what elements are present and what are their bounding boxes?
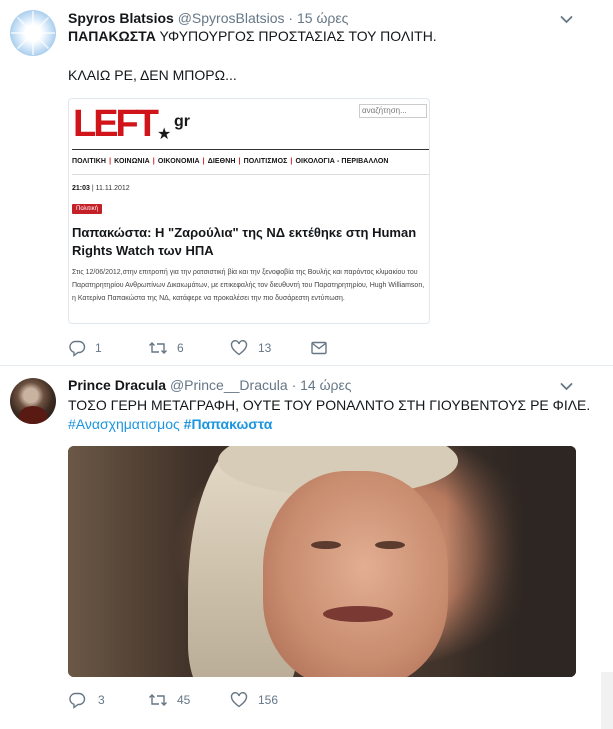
category-badge: Πολιτική <box>72 204 102 214</box>
card-nav-item: ΔΙΕΘΝΗ <box>207 158 236 165</box>
caret-down-icon[interactable] <box>560 380 573 393</box>
divider <box>72 149 429 150</box>
separator: · <box>288 10 294 26</box>
like-count: 156 <box>258 693 279 707</box>
reply-button[interactable]: 3 <box>68 690 118 710</box>
tweet-photo[interactable] <box>68 446 576 677</box>
card-nav: ΠΟΛΙΤΙΚΗ | ΚΟΙΝΩΝΙΑ | ΟΙΚΟΝΟΜΙΑ | ΔΙΕΘΝΗ | ΠΟΛΙΤ… <box>72 158 389 165</box>
retweet-count: 45 <box>177 693 191 707</box>
message-icon <box>311 341 327 355</box>
tweet[interactable]: Prince Dracula @Prince__Dracula · 14 ώρε… <box>0 366 613 729</box>
article-date: 11.11.2012 <box>95 185 130 192</box>
card-nav-item: ΠΟΛΙΤΙΣΜΟΣ <box>243 158 288 165</box>
tweet-text: ΠΑΠΑΚΩΣΤΑ ΥΦΥΠΟΥΡΓΟΣ ΠΡΟΣΤΑΣΙΑΣ ΤΟΥ ΠΟΛΙ… <box>68 27 437 45</box>
site-logo: LEFT <box>73 103 159 145</box>
timestamp[interactable]: 15 ώρες <box>297 10 348 26</box>
reply-icon <box>69 340 86 357</box>
like-icon <box>230 692 248 708</box>
retweet-button[interactable]: 45 <box>148 690 198 710</box>
tweet-text-bold: ΠΑΠΑΚΩΣΤΑ <box>68 28 156 44</box>
nav-separator: | <box>152 158 155 165</box>
nav-separator: | <box>202 158 205 165</box>
reply-count: 1 <box>95 341 102 355</box>
retweet-icon <box>149 694 167 706</box>
like-icon <box>230 340 248 356</box>
tweet-header: Spyros Blatsios @SpyrosBlatsios · 15 ώρε… <box>68 9 348 27</box>
display-name[interactable]: Spyros Blatsios <box>68 10 174 26</box>
like-button[interactable]: 156 <box>230 690 290 710</box>
tweet[interactable]: Spyros Blatsios @SpyrosBlatsios · 15 ώρε… <box>0 0 613 366</box>
reply-count: 3 <box>98 693 105 707</box>
card-search-input: αναζήτηση... <box>359 104 427 118</box>
like-button[interactable]: 13 <box>230 338 280 358</box>
display-name[interactable]: Prince Dracula <box>68 377 166 393</box>
logo-star-icon: ★ <box>157 126 172 143</box>
message-button[interactable] <box>310 338 330 358</box>
article-headline: Παπακώστα: Η "Ζαρούλια" της ΝΔ εκτέθηκε … <box>72 225 417 258</box>
hashtag-link[interactable]: #Παπακωστα <box>184 416 273 432</box>
retweet-icon <box>149 342 167 354</box>
retweet-button[interactable]: 6 <box>148 338 198 358</box>
time-separator: | <box>91 185 94 192</box>
tweet-text: ΤΟΣΟ ΓΕΡΗ ΜΕΤΑΓΡΑΦΗ, ΟΥΤΕ ΤΟΥ ΡΟΝΑΛΝΤΟ Σ… <box>68 397 591 413</box>
divider <box>72 174 429 175</box>
tweet-text-line2: ΚΛΑΙΩ ΡΕ, ΔΕΝ ΜΠΟΡΩ... <box>68 67 237 83</box>
tweet-header: Prince Dracula @Prince__Dracula · 14 ώρε… <box>68 376 351 394</box>
retweet-count: 6 <box>177 341 184 355</box>
article-excerpt: Στις 12/06/2012,στην επιτροπή για την ρα… <box>72 269 425 302</box>
avatar[interactable] <box>10 378 56 424</box>
card-nav-item: ΟΙΚΟΛΟΓΙΑ - ΠΕΡΙΒΑΛΛΟΝ <box>295 158 389 165</box>
timestamp[interactable]: 14 ώρες <box>300 377 351 393</box>
hashtags: #Ανασχηματισμος #Παπακωστα <box>68 415 272 433</box>
tweet-text-rest: ΥΦΥΠΟΥΡΓΟΣ ΠΡΟΣΤΑΣΙΑΣ ΤΟΥ ΠΟΛΙΤΗ. <box>155 28 437 44</box>
card-nav-item: ΠΟΛΙΤΙΚΗ <box>72 158 107 165</box>
like-count: 13 <box>258 341 272 355</box>
reply-icon <box>69 692 86 709</box>
caret-down-icon[interactable] <box>560 13 573 26</box>
username[interactable]: @Prince__Dracula <box>170 377 288 393</box>
hashtag-link[interactable]: #Ανασχηματισμος <box>68 416 180 432</box>
nav-separator: | <box>109 158 112 165</box>
scrollbar[interactable] <box>601 672 613 729</box>
card-nav-item: ΟΙΚΟΝΟΜΙΑ <box>157 158 200 165</box>
article-timestamp: 21:03 | 11.11.2012 <box>72 185 130 192</box>
nav-separator: | <box>238 158 241 165</box>
card-nav-item: ΚΟΙΝΩΝΙΑ <box>114 158 150 165</box>
avatar[interactable] <box>10 10 56 56</box>
link-card[interactable]: LEFT ★ gr αναζήτηση... ΠΟΛΙΤΙΚΗ | ΚΟΙΝΩΝΙΑ… <box>68 98 430 324</box>
username[interactable]: @SpyrosBlatsios <box>178 10 285 26</box>
article-time: 21:03 <box>72 185 90 192</box>
nav-separator: | <box>290 158 293 165</box>
separator: · <box>291 377 297 393</box>
reply-button[interactable]: 1 <box>68 338 118 358</box>
logo-suffix: gr <box>174 113 190 130</box>
